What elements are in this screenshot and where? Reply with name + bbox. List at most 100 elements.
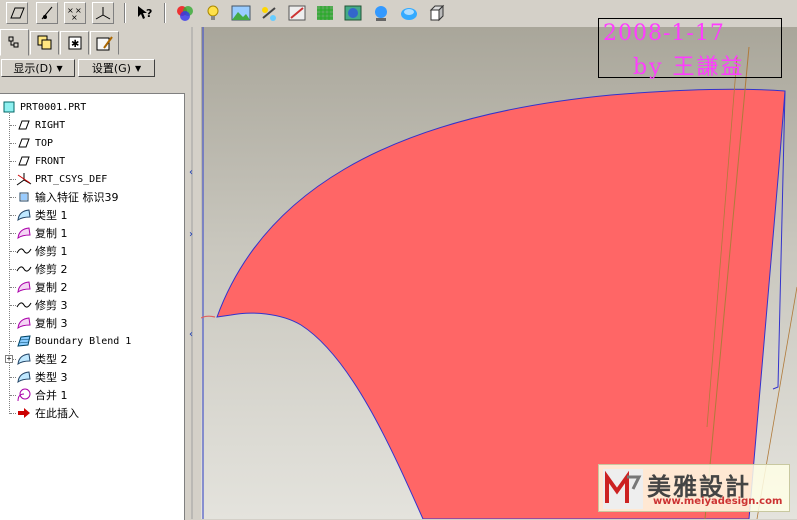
expand-plus-icon[interactable]: + [5, 355, 13, 363]
color-palette-icon[interactable] [398, 2, 420, 24]
watermark-logo: 美雅設計 www.meiyadesign.com [598, 464, 790, 512]
tree-item[interactable]: 输入特征 标识39 [16, 188, 119, 206]
date-stamp: 2008-1-17 by 王謙益 [598, 18, 782, 80]
tree-item[interactable]: 在此插入 [16, 404, 79, 422]
panel-tabs: ✱ [0, 29, 186, 56]
tree-item-label: 修剪 3 [35, 299, 68, 312]
tree-item[interactable]: 类型 3 [16, 368, 68, 386]
datum-plane-icon [16, 135, 32, 151]
trim-icon [16, 261, 32, 277]
panel-sash[interactable]: ‹ › ‹ [186, 27, 201, 519]
csys-display-icon[interactable] [92, 2, 114, 24]
stamp-date: 2008-1-17 [603, 21, 725, 46]
tree-item-label: 复制 3 [35, 317, 68, 330]
tree-item[interactable]: RIGHT [16, 116, 65, 134]
svg-text:✱: ✱ [71, 39, 79, 50]
tree-item-label: 修剪 1 [35, 245, 68, 258]
tree-item[interactable]: 合并 1 [16, 386, 68, 404]
logo-mark-icon [603, 469, 643, 509]
import-feature-icon [16, 189, 32, 205]
datum-plane-display-icon[interactable] [6, 2, 28, 24]
cube-icon[interactable] [426, 2, 448, 24]
tree-item[interactable]: 复制 3 [16, 314, 68, 332]
boundary-blend-icon [16, 333, 32, 349]
datum-axis-display-icon[interactable] [36, 2, 58, 24]
toolbar-separator [124, 3, 126, 23]
datum-plane-icon [16, 117, 32, 133]
tree-item[interactable]: TOP [16, 134, 53, 152]
tree-item-label: 类型 1 [35, 209, 68, 222]
tree-item[interactable]: PRT0001.PRT [1, 98, 86, 116]
surface-icon [16, 207, 32, 223]
tree-item-label: PRT0001.PRT [20, 101, 87, 113]
tree-item-label: 输入特征 标识39 [35, 191, 119, 204]
tree-item-label: 类型 2 [35, 353, 68, 366]
texture-icon[interactable] [314, 2, 336, 24]
tree-item-label: 复制 1 [35, 227, 68, 240]
tree-item-label: PRT_CSYS_DEF [35, 173, 108, 185]
tree-item-label: 复制 2 [35, 281, 68, 294]
tree-item-label: RIGHT [35, 119, 66, 131]
copy-icon [16, 279, 32, 295]
tree-item-label: 类型 3 [35, 371, 68, 384]
stamp-author: by 王謙益 [633, 55, 745, 80]
scene-icon[interactable] [230, 2, 252, 24]
svg-text:‹: ‹ [189, 167, 193, 178]
tree-item[interactable]: 修剪 1 [16, 242, 68, 260]
tree-item-label: Boundary Blend 1 [35, 335, 132, 347]
appearance-icon[interactable] [174, 2, 196, 24]
model-tree: PRT0001.PRT RIGHT TOP FRONT PRT_CSYS_DEF 输入特征… [0, 93, 185, 520]
svg-text:×: × [71, 13, 78, 21]
tree-guide-line [9, 111, 10, 414]
navigator-panel: ✱ 显示(D) ▼ 设置(G) ▼ PRT0001.PRT RIGHT TOP FRONT… [0, 27, 186, 520]
tree-item[interactable]: 复制 1 [16, 224, 68, 242]
tree-item[interactable]: 修剪 2 [16, 260, 68, 278]
copy-icon [16, 315, 32, 331]
part-icon [1, 99, 17, 115]
surface-icon [16, 351, 32, 367]
toolbar-separator [164, 3, 166, 23]
render-icon[interactable] [258, 2, 280, 24]
logo-url: www.meiyadesign.com [653, 496, 783, 507]
tree-item[interactable]: 类型 1 [16, 206, 68, 224]
svg-text:?: ? [146, 7, 152, 20]
favorites-tab[interactable]: ✱ [60, 31, 89, 55]
settings-menu[interactable]: 设置(G) ▼ [78, 59, 155, 77]
context-help-icon[interactable]: ? [134, 2, 156, 24]
tree-item[interactable]: 复制 2 [16, 278, 68, 296]
tree-item-label: 合并 1 [35, 389, 68, 402]
tree-item-label: 修剪 2 [35, 263, 68, 276]
tree-item-label: 在此插入 [35, 407, 79, 420]
settings-menu-label: 设置(G) [91, 62, 131, 75]
datum-plane-icon [16, 153, 32, 169]
trim-icon [16, 297, 32, 313]
point-display-icon[interactable]: × × × [64, 2, 86, 24]
triangle-down-icon: ▼ [56, 63, 63, 73]
insert-here-icon [16, 405, 32, 421]
show-menu[interactable]: 显示(D) ▼ [1, 59, 75, 77]
graphics-window[interactable] [201, 27, 797, 519]
merge-icon [16, 387, 32, 403]
model-tree-icon[interactable] [286, 2, 308, 24]
tree-item-label: TOP [35, 137, 54, 149]
panel-menus: 显示(D) ▼ 设置(G) ▼ [0, 57, 186, 79]
model-tree-tab[interactable] [0, 29, 29, 56]
tree-item[interactable]: 类型 2 [16, 350, 68, 368]
browser-tab[interactable] [90, 31, 119, 55]
light-icon[interactable] [202, 2, 224, 24]
environment-icon[interactable] [342, 2, 364, 24]
tree-item[interactable]: 修剪 3 [16, 296, 68, 314]
copy-icon [16, 225, 32, 241]
surface-icon [16, 369, 32, 385]
tree-item[interactable]: FRONT [16, 152, 65, 170]
tree-item[interactable]: Boundary Blend 1 [16, 332, 131, 350]
layers-tab[interactable] [30, 31, 59, 55]
triangle-down-icon: ▼ [134, 63, 142, 73]
tree-item[interactable]: PRT_CSYS_DEF [16, 170, 107, 188]
csys-icon [16, 171, 32, 187]
trim-icon [16, 243, 32, 259]
perspective-icon[interactable] [370, 2, 392, 24]
show-menu-label: 显示(D) [13, 62, 53, 75]
model-surface [201, 27, 797, 519]
tree-item-label: FRONT [35, 155, 66, 167]
